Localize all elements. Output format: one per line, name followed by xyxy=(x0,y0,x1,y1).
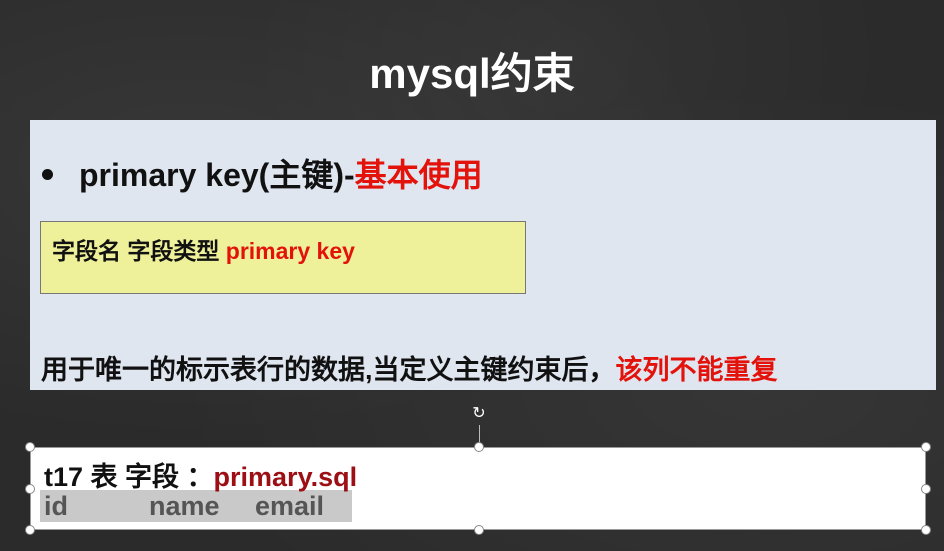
column-email: email xyxy=(255,491,325,521)
resize-handle-top-left[interactable] xyxy=(25,442,35,452)
bullet-dot-icon xyxy=(42,169,53,181)
resize-handle-right[interactable] xyxy=(921,484,931,494)
textbox-label: t17 表 字段 ： xyxy=(44,462,214,492)
resize-handle-bottom[interactable] xyxy=(474,525,484,535)
resize-handle-top[interactable] xyxy=(474,442,484,452)
bullet-heading: primary key(主键)-基本使用 xyxy=(42,150,483,196)
resize-handle-bottom-left[interactable] xyxy=(25,525,35,535)
column-id: id xyxy=(44,491,68,521)
syntax-text: 字段名 字段类型 xyxy=(52,238,226,264)
description-line: 用于唯一的标示表行的数据,当定义主键约束后，该列不能重复 xyxy=(41,348,778,387)
rotate-handle-icon[interactable]: ↻ xyxy=(470,405,488,423)
syntax-box: 字段名 字段类型 primary key xyxy=(40,221,526,294)
content-panel: primary key(主键)-基本使用 字段名 字段类型 primary ke… xyxy=(30,120,936,390)
description-text: 用于唯一的标示表行的数据,当定义主键约束后， xyxy=(41,355,616,385)
bullet-heading-highlight: 基本使用 xyxy=(354,157,483,193)
resize-handle-left[interactable] xyxy=(25,484,35,494)
slide-title: mysql约束 xyxy=(369,50,575,97)
bullet-heading-prefix: primary key(主键)- xyxy=(79,157,355,193)
resize-handle-top-right[interactable] xyxy=(921,442,931,452)
textbox-file-line: t17 表 字段 ：primary.sql xyxy=(44,455,357,494)
textbox-filename: primary.sql xyxy=(213,462,358,492)
description-highlight: 该列不能重复 xyxy=(615,355,778,385)
resize-handle-bottom-right[interactable] xyxy=(921,525,931,535)
syntax-keyword: primary key xyxy=(225,238,355,264)
column-name: name xyxy=(149,491,220,521)
